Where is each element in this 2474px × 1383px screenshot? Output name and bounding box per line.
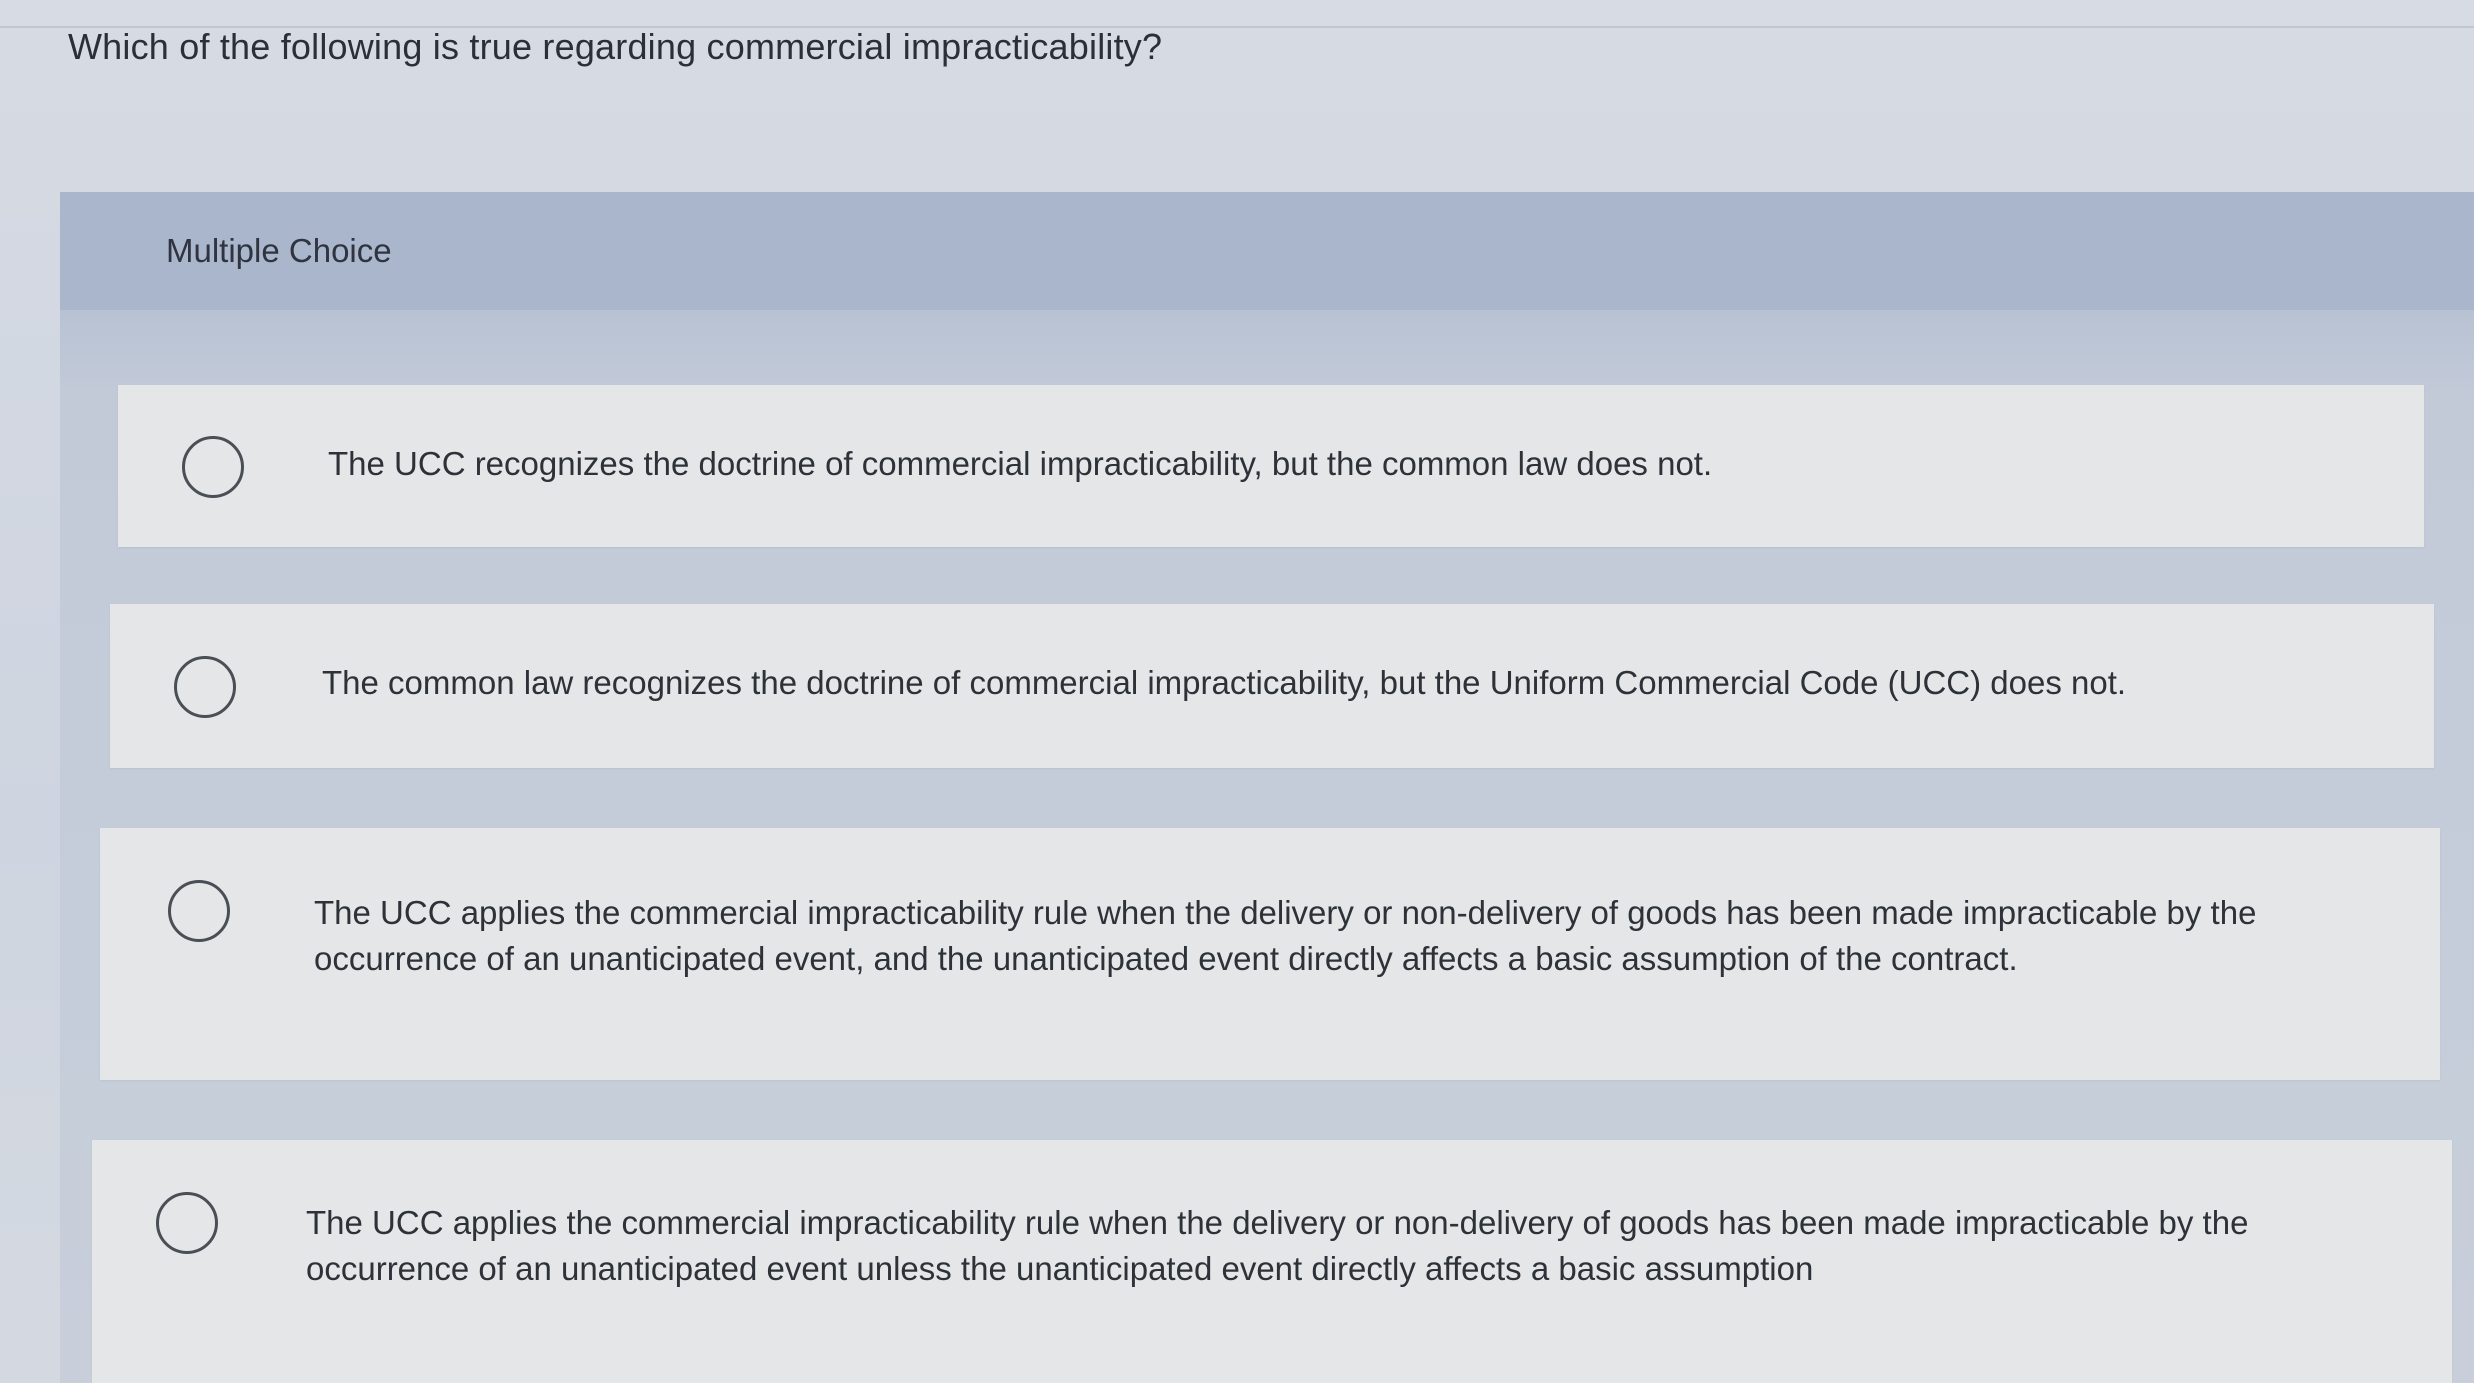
answer-option-4-text: The UCC applies the commercial impractic… bbox=[306, 1204, 2249, 1287]
answer-option-3-text: The UCC applies the commercial impractic… bbox=[314, 894, 2257, 977]
question-text: Which of the following is true regarding… bbox=[68, 26, 1163, 67]
answer-option-1[interactable]: The UCC recognizes the doctrine of comme… bbox=[118, 385, 2424, 547]
answer-option-3[interactable]: The UCC applies the commercial impractic… bbox=[100, 828, 2440, 1080]
answer-option-1-text: The UCC recognizes the doctrine of comme… bbox=[328, 445, 1713, 482]
radio-button-4[interactable] bbox=[156, 1192, 218, 1254]
answer-option-2-text: The common law recognizes the doctrine o… bbox=[322, 664, 2127, 701]
multiple-choice-label: Multiple Choice bbox=[166, 232, 392, 269]
radio-button-1[interactable] bbox=[182, 436, 244, 498]
radio-button-3[interactable] bbox=[168, 880, 230, 942]
radio-button-2[interactable] bbox=[174, 656, 236, 718]
answer-option-4[interactable]: The UCC applies the commercial impractic… bbox=[92, 1140, 2452, 1383]
answer-option-2[interactable]: The common law recognizes the doctrine o… bbox=[110, 604, 2434, 768]
